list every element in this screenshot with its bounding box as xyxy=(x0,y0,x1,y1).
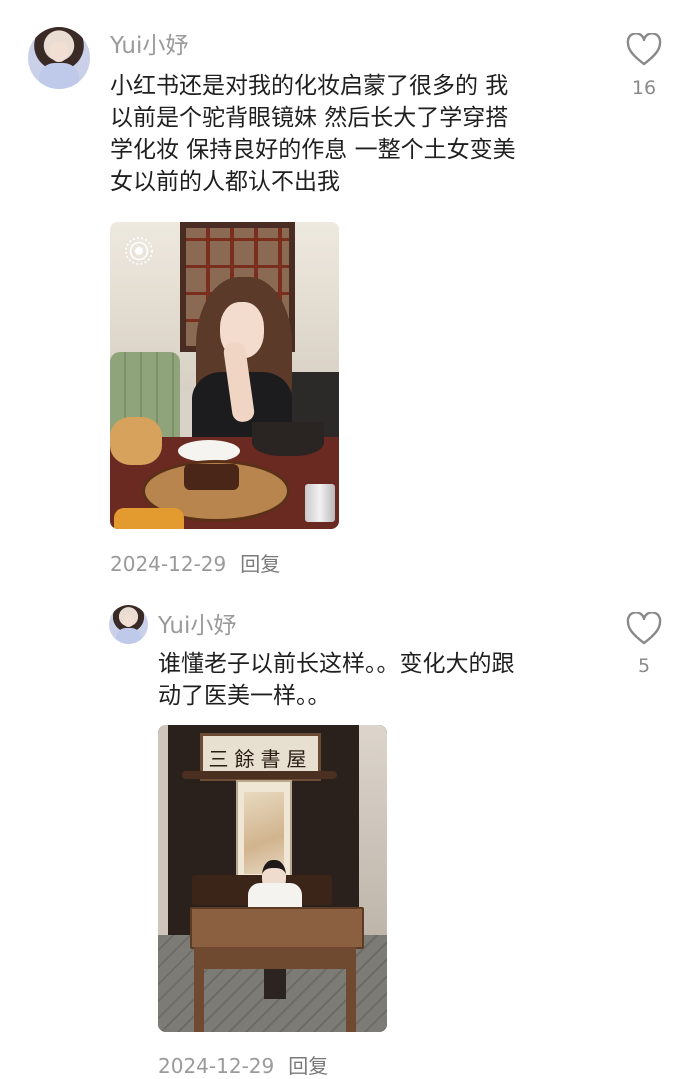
heart-icon[interactable] xyxy=(626,33,662,67)
comment-text: 小红书还是对我的化妆启蒙了很多的 我 以前是个驼背眼镜妹 然后长大了学穿搭 学化… xyxy=(110,70,516,198)
comment-text: 谁懂老子以前长这样。。变化大的跟 动了医美一样。。 xyxy=(158,648,515,712)
username[interactable]: Yui小妤 xyxy=(110,26,188,60)
photo-pizza xyxy=(110,417,162,465)
photo-table-apron xyxy=(194,947,356,969)
avatar-body xyxy=(39,62,79,89)
comment-line: 以前是个驼背眼镜妹 然后长大了学穿搭 xyxy=(110,105,509,131)
comment-date: 2024-12-29 xyxy=(110,552,227,576)
photo-fries xyxy=(114,508,184,529)
photo-cup xyxy=(305,484,335,522)
photo-wall xyxy=(158,725,168,945)
photo-wooden-table xyxy=(190,907,364,949)
comment-line: 女以前的人都认不出我 xyxy=(110,169,340,195)
avatar-body xyxy=(116,627,141,644)
live-photo-icon xyxy=(125,237,153,265)
comment-date: 2024-12-29 xyxy=(158,1054,275,1078)
photo-table-leg xyxy=(194,965,204,1032)
comment-photo[interactable] xyxy=(110,222,339,529)
like-count: 16 xyxy=(631,77,657,99)
comment-meta: 2024-12-29 回复 xyxy=(110,548,280,577)
photo-steak xyxy=(184,464,239,490)
comment-line: 学化妆 保持良好的作息 一整个土女变美 xyxy=(110,137,516,163)
reply-button[interactable]: 回复 xyxy=(240,552,280,576)
avatar-face xyxy=(123,613,134,627)
photo-ledge xyxy=(182,771,337,779)
comment-meta: 2024-12-29 回复 xyxy=(158,1050,328,1079)
username[interactable]: Yui小妤 xyxy=(158,606,236,640)
heart-icon[interactable] xyxy=(626,612,662,646)
avatar[interactable] xyxy=(28,27,90,89)
photo-pot xyxy=(252,422,324,456)
reply-button[interactable]: 回复 xyxy=(288,1054,328,1078)
comment-line: 小红书还是对我的化妆启蒙了很多的 我 xyxy=(110,73,509,99)
avatar-face xyxy=(50,40,68,62)
photo-table-leg xyxy=(346,965,356,1032)
avatar[interactable] xyxy=(109,605,148,644)
like-count: 5 xyxy=(637,655,651,677)
comment-photo[interactable]: 三餘書屋 xyxy=(158,725,387,1032)
photo-plate xyxy=(178,440,240,462)
comment-line: 谁懂老子以前长这样。。变化大的跟 xyxy=(158,651,515,677)
comment-line: 动了医美一样。。 xyxy=(158,683,331,709)
photo-child-legs xyxy=(264,969,286,999)
